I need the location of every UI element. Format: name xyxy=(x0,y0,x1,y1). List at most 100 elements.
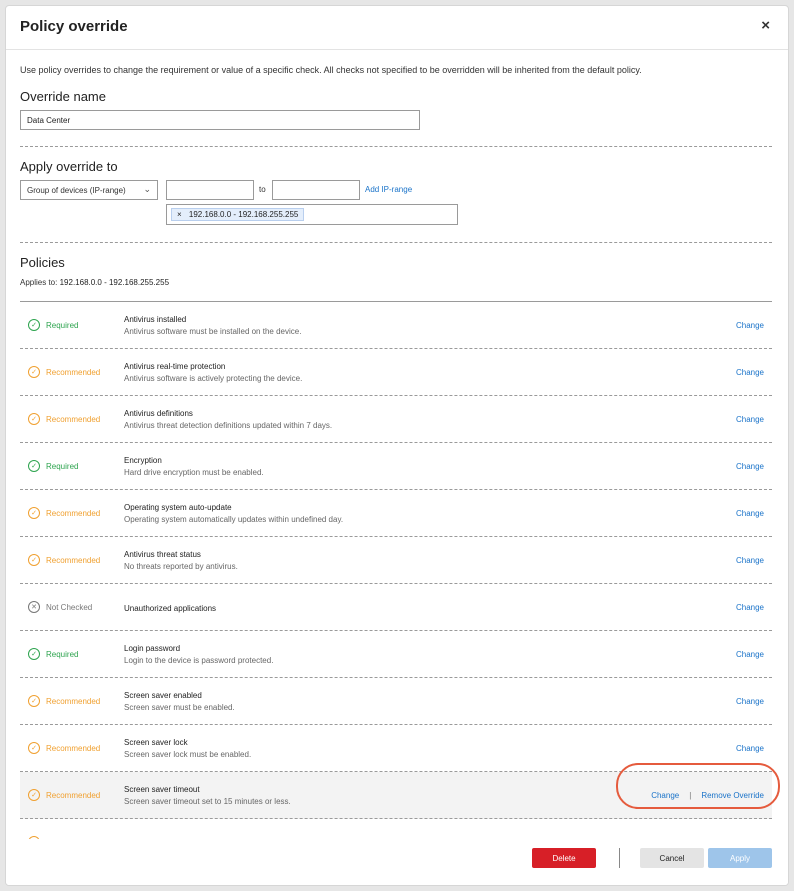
policy-row: ✓ Recommended Antivirus threat status No th… xyxy=(20,537,772,584)
dialog-body: Use policy overrides to change the requi… xyxy=(6,51,788,841)
ip-range-to-label: to xyxy=(259,185,266,194)
check-circle-icon: ✓ xyxy=(28,319,40,331)
check-circle-icon: ✓ xyxy=(28,554,40,566)
status-label: Recommended xyxy=(46,743,101,753)
policy-row: ✓ Required Antivirus installed Antivirus so… xyxy=(20,302,772,349)
policies-heading: Policies xyxy=(20,255,65,270)
check-circle-icon: ✓ xyxy=(28,789,40,801)
status-badge: ✓ Required xyxy=(28,460,78,472)
policy-name: Encryption xyxy=(124,456,162,465)
status-badge: ✓ Recommended xyxy=(28,695,100,707)
status-label: Recommended xyxy=(46,790,101,800)
status-label: Not Checked xyxy=(46,602,93,612)
status-badge: ✓ Required xyxy=(28,319,78,331)
check-circle-icon: ✓ xyxy=(28,460,40,472)
applies-to-label: Applies to: xyxy=(20,278,58,287)
change-link[interactable]: Change xyxy=(736,556,764,565)
change-link[interactable]: Change xyxy=(736,650,764,659)
change-link[interactable]: Change xyxy=(736,744,764,753)
status-label: Recommended xyxy=(46,508,101,518)
apply-override-heading: Apply override to xyxy=(20,159,118,174)
check-circle-icon: ✓ xyxy=(28,742,40,754)
check-circle-icon: ✓ xyxy=(28,648,40,660)
change-link[interactable]: Change xyxy=(736,415,764,424)
policy-description: Screen saver timeout set to 15 minutes o… xyxy=(124,797,291,806)
chevron-down-icon: ⌄ xyxy=(143,184,151,194)
status-label: Required xyxy=(46,320,79,330)
target-type-select[interactable]: Group of devices (IP-range) ⌄ xyxy=(20,180,158,200)
remove-tag-icon[interactable]: × xyxy=(177,210,182,219)
policy-description: Screen saver must be enabled. xyxy=(124,703,235,712)
status-label: Recommended xyxy=(46,414,101,424)
close-icon[interactable]: × xyxy=(761,17,770,34)
policy-description: Antivirus software is actively protectin… xyxy=(124,374,303,383)
policy-row: ✓ Recommended Antivirus definitions Antivir… xyxy=(20,396,772,443)
policy-description: Antivirus threat detection definitions u… xyxy=(124,421,333,430)
ip-range-from-input[interactable] xyxy=(166,180,254,200)
section-divider xyxy=(20,242,772,243)
change-link[interactable]: Change xyxy=(736,509,764,518)
policy-row: ✓ Recommended Antivirus real-time protecti… xyxy=(20,349,772,396)
ip-range-tags-field[interactable]: × 192.168.0.0 - 192.168.255.255 xyxy=(166,204,458,225)
status-badge: ✓ Recommended xyxy=(28,554,100,566)
change-link[interactable]: Change xyxy=(736,603,764,612)
policy-description: Hard drive encryption must be enabled. xyxy=(124,468,264,477)
policy-name: Screen saver enabled xyxy=(124,691,202,700)
policy-row: ✓ Recommended Screen saver enabled Screen s… xyxy=(20,678,772,725)
change-link[interactable]: Change xyxy=(736,368,764,377)
override-name-input[interactable]: Data Center xyxy=(20,110,420,130)
policy-name: Operating system auto-update xyxy=(124,503,232,512)
status-label: Required xyxy=(46,649,79,659)
policy-row: ✓RecommendedFirewallChange xyxy=(20,819,772,841)
x-circle-icon: ✕ xyxy=(28,601,40,613)
change-link[interactable]: Change xyxy=(736,321,764,330)
check-circle-icon: ✓ xyxy=(28,507,40,519)
policy-name: Antivirus installed xyxy=(124,315,187,324)
policy-description: No threats reported by antivirus. xyxy=(124,562,238,571)
override-name-heading: Override name xyxy=(20,89,106,104)
status-label: Recommended xyxy=(46,555,101,565)
change-link[interactable]: Change xyxy=(736,462,764,471)
cancel-button[interactable]: Cancel xyxy=(640,848,704,868)
policy-row: ✓ Required Encryption Hard drive encryption… xyxy=(20,443,772,490)
status-badge: ✓ Recommended xyxy=(28,366,100,378)
ip-range-tag: × 192.168.0.0 - 192.168.255.255 xyxy=(171,208,305,221)
override-description: Use policy overrides to change the requi… xyxy=(20,65,642,75)
check-circle-icon: ✓ xyxy=(28,413,40,425)
applies-to-value: 192.168.0.0 - 192.168.255.255 xyxy=(59,278,170,287)
policy-name: Antivirus definitions xyxy=(124,409,193,418)
policy-description: Screen saver lock must be enabled. xyxy=(124,750,252,759)
status-label: Recommended xyxy=(46,696,101,706)
policy-override-dialog: Policy override × Use policy overrides t… xyxy=(5,5,789,886)
target-type-value: Group of devices (IP-range) xyxy=(27,186,126,195)
ip-range-to-input[interactable] xyxy=(272,180,360,200)
policy-name: Antivirus real-time protection xyxy=(124,362,226,371)
policy-row: ✕ Not Checked Unauthorized applications Cha… xyxy=(20,584,772,631)
policy-name: Antivirus threat status xyxy=(124,550,201,559)
override-actions-highlight xyxy=(616,763,780,809)
policy-description: Login to the device is password protecte… xyxy=(124,656,274,665)
policy-row: ✓ Required Login password Login to the devi… xyxy=(20,631,772,678)
policy-name: Unauthorized applications xyxy=(124,604,217,613)
delete-button[interactable]: Delete xyxy=(532,848,596,868)
check-circle-icon: ✓ xyxy=(28,366,40,378)
policy-name: Screen saver lock xyxy=(124,738,188,747)
check-circle-icon: ✓ xyxy=(28,695,40,707)
applies-to-text: Applies to: 192.168.0.0 - 192.168.255.25… xyxy=(20,278,169,287)
apply-button[interactable]: Apply xyxy=(708,848,772,868)
footer-divider xyxy=(619,848,620,868)
policy-name: Screen saver timeout xyxy=(124,785,200,794)
policy-description: Antivirus software must be installed on … xyxy=(124,327,302,336)
policy-row: ✓ Recommended Operating system auto-update… xyxy=(20,490,772,537)
add-ip-range-link[interactable]: Add IP-range xyxy=(365,185,412,194)
status-badge: ✓ Recommended xyxy=(28,789,100,801)
status-label: Required xyxy=(46,461,79,471)
ip-range-tag-label: 192.168.0.0 - 192.168.255.255 xyxy=(188,210,299,219)
status-badge: ✕ Not Checked xyxy=(28,601,92,613)
status-badge: ✓ Recommended xyxy=(28,413,100,425)
dialog-footer: Delete Cancel Apply xyxy=(6,839,788,885)
status-badge: ✓ Recommended xyxy=(28,507,100,519)
policy-description: Operating system automatically updates w… xyxy=(124,515,344,524)
section-divider xyxy=(20,146,772,147)
change-link[interactable]: Change xyxy=(736,697,764,706)
